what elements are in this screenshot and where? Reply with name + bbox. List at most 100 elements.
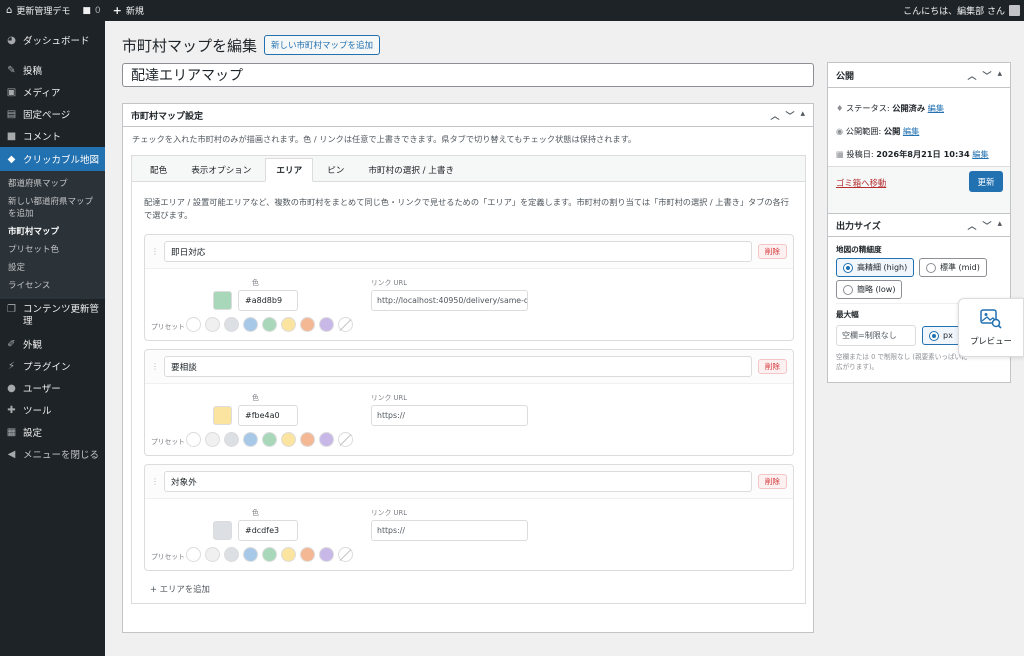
add-new-button[interactable]: 新しい市町村マップを追加 — [264, 35, 381, 55]
tab-bar: 配色 表示オプション エリア ピン 市町村の選択 / 上書き — [132, 156, 805, 182]
appearance-icon: ✐ — [7, 338, 16, 350]
drag-handle-icon[interactable]: ⋮ — [151, 247, 159, 256]
preset-color-swatch[interactable] — [281, 547, 296, 562]
move-up-icon[interactable]: ︿ — [967, 69, 976, 82]
preview-button[interactable]: プレビュー — [958, 298, 1024, 357]
preset-color-swatch[interactable] — [243, 547, 258, 562]
menu-settings[interactable]: ▦ 設定 — [0, 421, 105, 443]
move-down-icon[interactable]: ﹀ — [982, 219, 991, 232]
preset-color-swatch[interactable] — [300, 547, 315, 562]
tab-pins[interactable]: ピン — [317, 159, 354, 181]
area-name-input[interactable]: 要相談 — [164, 356, 752, 377]
delete-area-button[interactable]: 削除 — [757, 244, 787, 259]
menu-content-update[interactable]: ❐ コンテンツ更新管理 — [0, 299, 105, 327]
preset-color-swatch[interactable] — [243, 432, 258, 447]
submenu-municipality-maps[interactable]: 市町村マップ — [0, 223, 105, 241]
edit-date-link[interactable]: 編集 — [972, 149, 988, 159]
hex-color-input[interactable]: #fbe4a0 — [238, 405, 298, 426]
drag-handle-icon[interactable]: ⋮ — [151, 362, 159, 371]
preset-color-swatch[interactable] — [243, 317, 258, 332]
preset-color-swatch[interactable] — [205, 432, 220, 447]
post-title-input[interactable]: 配達エリアマップ — [122, 63, 814, 87]
menu-tools[interactable]: ✚ ツール — [0, 399, 105, 421]
color-swatch[interactable] — [213, 521, 232, 540]
toggle-panel-icon[interactable]: ▴ — [997, 69, 1002, 82]
clear-color-icon[interactable] — [338, 432, 353, 447]
move-up-icon[interactable]: ︿ — [770, 109, 779, 122]
update-button[interactable]: 更新 — [969, 171, 1003, 192]
max-width-input[interactable]: 空欄=制限なし — [836, 325, 916, 346]
menu-dashboard[interactable]: ◕ ダッシュボード — [0, 29, 105, 51]
preset-color-swatch[interactable] — [300, 432, 315, 447]
link-url-input[interactable]: http://localhost:40950/delivery/same-day — [371, 290, 528, 311]
submenu-license[interactable]: ライセンス — [0, 277, 105, 295]
menu-pages[interactable]: ▤ 固定ページ — [0, 103, 105, 125]
area-name-input[interactable]: 対象外 — [164, 471, 752, 492]
move-up-icon[interactable]: ︿ — [967, 219, 976, 232]
edit-status-link[interactable]: 編集 — [928, 103, 944, 113]
preset-color-swatch[interactable] — [319, 432, 334, 447]
menu-collapse[interactable]: ◀ メニューを閉じる — [0, 443, 105, 465]
move-down-icon[interactable]: ﹀ — [982, 69, 991, 82]
menu-appearance[interactable]: ✐ 外観 — [0, 333, 105, 355]
submenu-settings[interactable]: 設定 — [0, 259, 105, 277]
move-to-trash-link[interactable]: ゴミ箱へ移動 — [836, 177, 886, 189]
detail-option-low[interactable]: 簡略 (low) — [836, 280, 903, 299]
link-url-input[interactable]: https:// — [371, 405, 528, 426]
menu-posts[interactable]: ✎ 投稿 — [0, 59, 105, 81]
delete-area-button[interactable]: 削除 — [757, 359, 787, 374]
preset-color-swatch[interactable] — [186, 432, 201, 447]
site-name-link[interactable]: ⌂ 更新管理デモ — [0, 0, 76, 21]
link-url-input[interactable]: https:// — [371, 520, 528, 541]
status-row: ♦ ステータス: 公開済み 編集 — [836, 103, 945, 113]
detail-option-high[interactable]: 高精細 (high) — [836, 258, 915, 277]
preset-color-swatch[interactable] — [186, 317, 201, 332]
hex-color-input[interactable]: #a8d8b9 — [238, 290, 298, 311]
comments-link[interactable]: ■ 0 — [76, 0, 106, 21]
clear-color-icon[interactable] — [338, 547, 353, 562]
preset-color-swatch[interactable] — [205, 317, 220, 332]
main-content: 市町村マップを編集 新しい市町村マップを追加 配達エリアマップ 市町村マップ設定… — [105, 21, 1024, 656]
preset-color-swatch[interactable] — [224, 432, 239, 447]
add-area-button[interactable]: + エリアを追加 — [150, 583, 210, 595]
preset-color-swatch[interactable] — [300, 317, 315, 332]
preset-color-swatch[interactable] — [224, 547, 239, 562]
menu-comments[interactable]: ■ コメント — [0, 125, 105, 147]
preset-color-swatch[interactable] — [262, 432, 277, 447]
submenu-add-prefecture-map[interactable]: 新しい都道府県マップを追加 — [0, 193, 105, 223]
move-down-icon[interactable]: ﹀ — [785, 109, 794, 122]
delete-area-button[interactable]: 削除 — [757, 474, 787, 489]
detail-option-mid[interactable]: 標準 (mid) — [919, 258, 987, 277]
tab-display-options[interactable]: 表示オプション — [181, 159, 261, 181]
preset-color-swatch[interactable] — [205, 547, 220, 562]
preset-color-swatch[interactable] — [262, 317, 277, 332]
menu-users[interactable]: ● ユーザー — [0, 377, 105, 399]
unit-px-option[interactable]: px — [922, 326, 960, 345]
tab-colors[interactable]: 配色 — [140, 159, 177, 181]
toggle-panel-icon[interactable]: ▴ — [800, 109, 805, 122]
menu-media[interactable]: ▣ メディア — [0, 81, 105, 103]
area-name-input[interactable]: 即日対応 — [164, 241, 752, 262]
preset-color-swatch[interactable] — [262, 547, 277, 562]
color-swatch[interactable] — [213, 291, 232, 310]
toggle-panel-icon[interactable]: ▴ — [997, 219, 1002, 232]
submenu-preset-colors[interactable]: プリセット色 — [0, 241, 105, 259]
preset-color-swatch[interactable] — [186, 547, 201, 562]
drag-handle-icon[interactable]: ⋮ — [151, 477, 159, 486]
tab-areas[interactable]: エリア — [265, 158, 314, 182]
edit-visibility-link[interactable]: 編集 — [903, 126, 919, 136]
preset-color-swatch[interactable] — [224, 317, 239, 332]
preset-color-swatch[interactable] — [281, 317, 296, 332]
account-menu[interactable]: こんにちは、編集部 さん — [897, 0, 1024, 21]
menu-clickable-map[interactable]: ◆ クリッカブル地図 — [0, 147, 105, 171]
menu-plugins[interactable]: ⚡ プラグイン — [0, 355, 105, 377]
submenu-prefecture-maps[interactable]: 都道府県マップ — [0, 175, 105, 193]
tab-municipality-select[interactable]: 市町村の選択 / 上書き — [358, 159, 464, 181]
color-swatch[interactable] — [213, 406, 232, 425]
clear-color-icon[interactable] — [338, 317, 353, 332]
preset-color-swatch[interactable] — [281, 432, 296, 447]
new-content-link[interactable]: + 新規 — [107, 0, 150, 21]
hex-color-input[interactable]: #dcdfe3 — [238, 520, 298, 541]
preset-color-swatch[interactable] — [319, 547, 334, 562]
preset-color-swatch[interactable] — [319, 317, 334, 332]
